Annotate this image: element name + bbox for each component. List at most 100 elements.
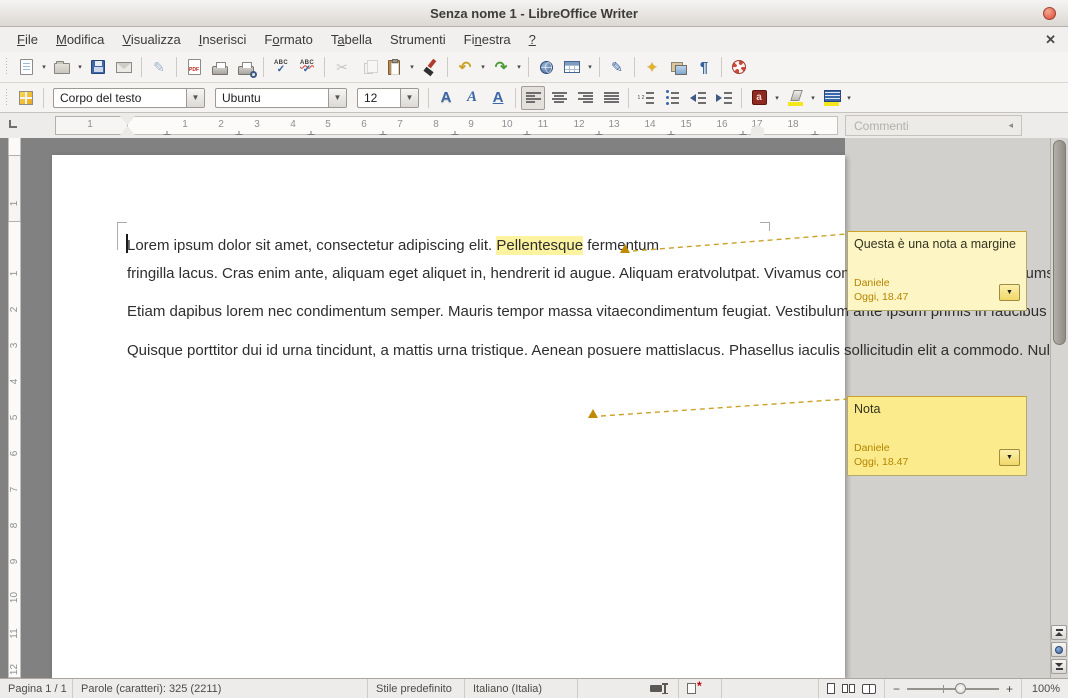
navigation-button[interactable]	[1051, 642, 1067, 657]
paste-button[interactable]	[382, 55, 406, 79]
zoom-track[interactable]	[907, 688, 999, 690]
edit-mode-button[interactable]: ✎	[147, 55, 171, 79]
comment-box-2[interactable]: Nota Daniele Oggi, 18.47 ▼	[847, 396, 1027, 476]
menu-item[interactable]: Strumenti	[381, 29, 455, 50]
comment-text[interactable]: Questa è una nota a margine	[854, 237, 1020, 251]
underline-button[interactable]: A	[486, 86, 510, 110]
paragraph-2[interactable]: Etiam dapibus lorem nec condimentum semp…	[127, 298, 787, 326]
print-preview-button[interactable]	[234, 55, 258, 79]
vertical-scrollbar[interactable]	[1050, 138, 1068, 678]
print-button[interactable]	[208, 55, 232, 79]
font-color-dropdown[interactable]: ▾	[772, 86, 782, 110]
page-style-status[interactable]: Stile predefinito	[368, 679, 464, 698]
comment-text[interactable]: Nota	[854, 402, 1020, 416]
font-name-combobox[interactable]: Ubuntu ▼	[215, 88, 347, 108]
font-name-dropdown[interactable]: ▼	[328, 89, 346, 107]
comment-anchor-icon[interactable]	[588, 409, 598, 418]
menu-item[interactable]: Tabella	[322, 29, 381, 50]
hyperlink-button[interactable]	[534, 55, 558, 79]
next-page-button[interactable]	[1051, 659, 1067, 674]
export-pdf-button[interactable]: PDF	[182, 55, 206, 79]
redo-button[interactable]: ↷	[489, 55, 513, 79]
comment-menu-button[interactable]: ▼	[999, 449, 1020, 466]
highlight-color-dropdown[interactable]: ▾	[808, 86, 818, 110]
clone-formatting-button[interactable]	[418, 55, 442, 79]
paragraph-3[interactable]: Quisque porttitor dui id urna tincidunt,…	[127, 337, 787, 365]
font-size-dropdown[interactable]: ▼	[400, 89, 418, 107]
book-view-icon[interactable]	[862, 684, 876, 694]
horizontal-ruler[interactable]: 1123456789101112131415161718 Commenti ◂	[0, 113, 1068, 138]
language-status[interactable]: Italiano (Italia)	[465, 679, 577, 698]
open-dropdown[interactable]: ▾	[75, 55, 85, 79]
align-left-button[interactable]	[521, 86, 545, 110]
paragraph-style-dropdown[interactable]: ▼	[186, 89, 204, 107]
comment-anchor-icon[interactable]	[620, 244, 630, 253]
open-button[interactable]	[50, 55, 74, 79]
comment-menu-button[interactable]: ▼	[999, 284, 1020, 301]
italic-button[interactable]: A	[460, 86, 484, 110]
copy-button[interactable]	[356, 55, 380, 79]
menu-item[interactable]: Formato	[255, 29, 321, 50]
help-button[interactable]	[727, 55, 751, 79]
window-close-button[interactable]	[1043, 7, 1056, 20]
align-right-button[interactable]	[573, 86, 597, 110]
multi-page-view-icon[interactable]	[842, 684, 855, 693]
paragraph-1[interactable]: Lorem ipsum dolor sit amet, consectetur …	[127, 232, 787, 287]
zoom-out-icon[interactable]: −	[893, 682, 900, 696]
undo-dropdown[interactable]: ▾	[478, 55, 488, 79]
email-button[interactable]	[112, 55, 136, 79]
toolbar-grip[interactable]	[4, 89, 9, 107]
show-draw-functions-button[interactable]: ✎	[605, 55, 629, 79]
cut-button[interactable]: ✂	[330, 55, 354, 79]
word-count-status[interactable]: Parole (caratteri): 325 (2211)	[73, 679, 367, 698]
toolbar-grip[interactable]	[4, 58, 9, 76]
ordered-list-button[interactable]: 1 2	[634, 86, 658, 110]
document-text[interactable]: Lorem ipsum dolor sit amet, consectetur …	[127, 232, 787, 375]
comment-box-1[interactable]: Questa è una nota a margine Daniele Oggi…	[847, 231, 1027, 311]
single-page-view-icon[interactable]	[827, 683, 835, 694]
zoom-slider[interactable]: − +	[885, 682, 1021, 696]
scrollbar-thumb[interactable]	[1053, 140, 1066, 345]
page-number-status[interactable]: Pagina 1 / 1	[0, 679, 72, 698]
save-button[interactable]	[86, 55, 110, 79]
menu-item[interactable]: Finestra	[455, 29, 520, 50]
comments-ruler-button[interactable]: Commenti ◂	[845, 115, 1022, 136]
vertical-ruler-margin[interactable]: 1	[8, 155, 21, 222]
redo-dropdown[interactable]: ▾	[514, 55, 524, 79]
paragraph-style-combobox[interactable]: Corpo del testo ▼	[53, 88, 205, 108]
paste-dropdown[interactable]: ▾	[407, 55, 417, 79]
paragraph-background-button[interactable]	[819, 86, 843, 110]
zoom-in-icon[interactable]: +	[1006, 682, 1013, 696]
paragraph-background-dropdown[interactable]: ▾	[844, 86, 854, 110]
menu-item[interactable]: Inserisci	[190, 29, 256, 50]
undo-button[interactable]: ↶	[453, 55, 477, 79]
unordered-list-button[interactable]	[660, 86, 684, 110]
document-page[interactable]: Lorem ipsum dolor sit amet, consectetur …	[52, 155, 845, 678]
sidebar-button[interactable]	[14, 86, 38, 110]
signature-cell[interactable]	[722, 679, 818, 698]
highlighted-word[interactable]: Pellentesque	[496, 236, 583, 255]
spelling-button[interactable]: ABC✓	[269, 55, 293, 79]
new-document-button[interactable]	[14, 55, 38, 79]
selection-mode-cell[interactable]	[578, 679, 642, 698]
decrease-indent-button[interactable]	[686, 86, 710, 110]
menu-item[interactable]: Visualizza	[113, 29, 189, 50]
gallery-button[interactable]	[666, 55, 690, 79]
auto-spellcheck-button[interactable]: ABC✓	[295, 55, 319, 79]
menu-item[interactable]: Modifica	[47, 29, 113, 50]
new-document-dropdown[interactable]: ▾	[39, 55, 49, 79]
align-center-button[interactable]	[547, 86, 571, 110]
font-color-button[interactable]: a	[747, 86, 771, 110]
document-close-icon[interactable]: ✕	[1045, 32, 1056, 48]
menu-item[interactable]: ?	[520, 29, 545, 50]
tab-stop-selector-icon[interactable]	[9, 120, 17, 128]
menu-item[interactable]: File	[8, 29, 47, 50]
navigator-button[interactable]: ✦	[640, 55, 664, 79]
vertical-ruler[interactable]: 1 123456789101112	[8, 138, 21, 678]
bold-button[interactable]: A	[434, 86, 458, 110]
font-size-combobox[interactable]: 12 ▼	[357, 88, 419, 108]
comments-collapse-icon[interactable]: ◂	[1008, 120, 1013, 131]
increase-indent-button[interactable]	[712, 86, 736, 110]
insert-table-dropdown[interactable]: ▾	[585, 55, 595, 79]
insert-table-button[interactable]	[560, 55, 584, 79]
